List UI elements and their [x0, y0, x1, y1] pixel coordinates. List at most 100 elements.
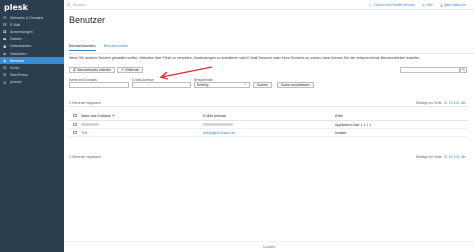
list-search-input[interactable] — [400, 67, 460, 73]
chevron-down-icon — [244, 84, 247, 86]
help-link[interactable]: ? Hilfe — [422, 3, 433, 7]
help-icon: ? — [422, 3, 425, 7]
per-page-option[interactable]: 25 — [449, 155, 453, 159]
per-page-option[interactable]: 10 — [444, 101, 448, 105]
remove-label: Entfernen — [125, 67, 140, 72]
search-icon — [462, 68, 465, 72]
sidebar-item-dateien[interactable]: Dateien — [0, 36, 64, 43]
svg-text:W: W — [4, 75, 6, 77]
row-checkbox[interactable] — [73, 122, 77, 127]
column-header-role[interactable]: Rolle — [335, 114, 343, 118]
table-row: Test test@glitch-testen.de Inhaber — [69, 129, 468, 137]
select-all-checkbox[interactable] — [73, 113, 77, 118]
table-top-divider — [69, 106, 468, 107]
sidebar-item-label: Datenbanken — [10, 44, 32, 49]
svg-text:?: ? — [423, 5, 424, 7]
global-search[interactable]: Suchen... — [67, 3, 88, 7]
column-header-name[interactable]: Name des Kontakts — [81, 114, 115, 118]
table-row: Application User 1 1 1 1 — [69, 121, 468, 129]
filter-reset-label: Suche zurücksetzen — [281, 82, 310, 87]
per-page-option[interactable]: 100 — [454, 155, 459, 159]
sidebar-item-konto[interactable]: Konto — [0, 64, 64, 71]
page-description: Wenn Sie anderen Nutzern gestatten wolle… — [69, 56, 421, 60]
remove-button[interactable]: Entfernen — [117, 67, 144, 73]
back-to-reseller-link[interactable]: Zurück zum Reseller-Bereich — [369, 3, 415, 7]
column-header-name-label: Name des Kontakts — [81, 113, 111, 118]
column-header-email[interactable]: E-Mail-Adresse — [203, 114, 226, 118]
row-checkbox[interactable] — [73, 130, 77, 135]
cookies-link[interactable]: Cookies — [263, 245, 275, 249]
per-page-selector-bottom: Einträge pro Seite: 10 25 100 Alle — [416, 155, 466, 159]
per-page-option[interactable]: 10 — [444, 155, 448, 159]
back-link-label: Zurück zum Reseller-Bereich — [373, 3, 415, 7]
filter-name-input[interactable] — [69, 82, 129, 88]
item-count-bottom: 2 Elemente insgesamt — [69, 155, 101, 159]
user-menu-link[interactable]: glitch-testen.de — [440, 3, 466, 7]
sidebar: plesk Websites & Domains E-Mail Anwendun… — [0, 0, 64, 252]
sidebar-item-joomla[interactable]: joomla! — [0, 79, 64, 86]
per-page-option[interactable]: Alle — [461, 155, 466, 159]
plesk-logo[interactable]: plesk — [0, 0, 64, 14]
per-page-option[interactable]: 100 — [454, 101, 459, 105]
sidebar-item-label: Statistiken — [10, 51, 27, 56]
row-email[interactable]: test@glitch-testen.de — [203, 131, 235, 135]
sidebar-item-statistiken[interactable]: Statistiken — [0, 50, 64, 57]
user-icon — [3, 59, 7, 63]
row-contact-name[interactable]: Test — [81, 131, 87, 135]
sidebar-item-websites-domains[interactable]: Websites & Domains — [0, 14, 64, 21]
globe-icon — [3, 16, 7, 20]
tab-bar: Benutzerkonten Benutzerrollen — [69, 44, 128, 51]
page-title: Benutzer — [69, 15, 106, 25]
row-role: Application User 1 1 1 1 — [335, 122, 371, 127]
sidebar-item-email[interactable]: E-Mail — [0, 21, 64, 28]
sidebar-item-anwendungen[interactable]: Anwendungen — [0, 28, 64, 35]
filter-email-input[interactable] — [132, 82, 191, 88]
per-page-option[interactable]: Alle — [461, 101, 466, 105]
per-page-label: Einträge pro Seite: — [415, 101, 443, 105]
filter-search-button[interactable]: Suchen — [253, 82, 272, 88]
row-contact-name[interactable] — [81, 123, 99, 126]
list-search-button[interactable] — [460, 67, 467, 73]
joomla-icon — [3, 80, 7, 84]
tabs-divider — [69, 53, 474, 54]
topbar: Suchen... Zurück zum Reseller-Bereich ? … — [64, 0, 474, 10]
item-count: 2 Elemente insgesamt — [69, 101, 101, 105]
footer-divider — [64, 241, 474, 242]
database-icon — [3, 44, 7, 48]
remove-icon — [121, 68, 124, 71]
create-user-account-button[interactable]: Benutzerkonto erstellen — [69, 67, 115, 73]
per-page-label: Einträge pro Seite: — [415, 155, 443, 159]
action-bar: Benutzerkonto erstellen Entfernen — [69, 67, 144, 73]
chart-icon — [3, 52, 7, 56]
user-menu-label: glitch-testen.de — [444, 3, 466, 7]
sidebar-item-label: Benutzer — [10, 58, 25, 63]
arrow-left-icon — [369, 3, 372, 7]
filter-reset-button[interactable]: Suche zurücksetzen — [277, 82, 314, 88]
row-email — [203, 123, 233, 127]
account-icon — [3, 66, 7, 70]
filter-role-select[interactable]: Beliebig — [194, 82, 250, 88]
wordpress-icon: W — [3, 73, 7, 77]
help-link-label: Hilfe — [426, 3, 433, 7]
sidebar-item-label: joomla! — [10, 80, 22, 85]
table-header: Name des Kontakts E-Mail-Adresse Rolle — [69, 111, 468, 121]
row-role: Inhaber — [335, 130, 347, 135]
search-icon — [67, 2, 71, 7]
per-page-selector: Einträge pro Seite: 10 25 100 Alle — [416, 101, 466, 105]
per-page-option[interactable]: 25 — [449, 101, 453, 105]
sidebar-item-label: Dateien — [10, 37, 23, 42]
sidebar-item-wordpress[interactable]: W WordPress — [0, 72, 64, 79]
tab-benutzerkonten[interactable]: Benutzerkonten — [69, 44, 96, 51]
footer: Cookies — [64, 245, 474, 249]
folder-icon — [3, 37, 7, 41]
sidebar-item-benutzer[interactable]: Benutzer — [0, 57, 64, 65]
tab-benutzerrollen[interactable]: Benutzerrollen — [104, 44, 128, 51]
create-user-account-label: Benutzerkonto erstellen — [77, 67, 112, 72]
sidebar-item-label: WordPress — [10, 73, 28, 78]
sidebar-item-label: Konto — [10, 65, 20, 70]
top-links: Zurück zum Reseller-Bereich ? Hilfe glit… — [369, 0, 466, 10]
sidebar-item-datenbanken[interactable]: Datenbanken — [0, 43, 64, 50]
user-icon — [440, 3, 443, 7]
sidebar-item-label: E-Mail — [10, 22, 21, 27]
main-content: Benutzer Benutzerkonten Benutzerrollen W… — [64, 10, 474, 252]
